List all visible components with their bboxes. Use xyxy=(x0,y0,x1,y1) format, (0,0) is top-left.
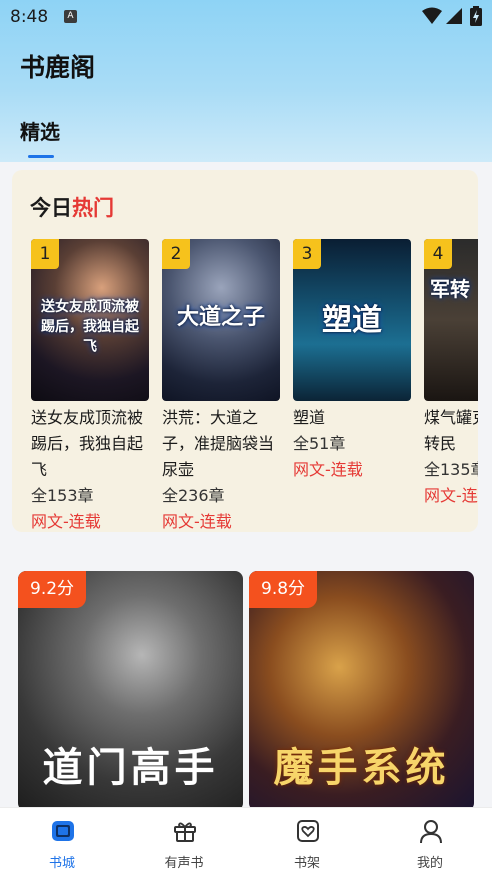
rank-badge: 3 xyxy=(293,239,321,269)
cover-title: 道门高手 xyxy=(42,744,219,791)
recommend-book-card[interactable]: 魔手系统 9.8分 xyxy=(249,571,474,811)
book-cover[interactable]: 军转 4 xyxy=(424,239,478,401)
nav-label: 书架 xyxy=(293,856,320,871)
signal-icon xyxy=(446,8,462,24)
cover-title: 大道之子 xyxy=(176,304,265,330)
recommend-book-card[interactable]: 道门高手 9.2分 xyxy=(18,571,243,811)
nav-item-bookshelf[interactable]: 书架 xyxy=(267,808,347,876)
hot-today-section: 今日热门 送女友成顶流被踢后，我独自起飞 1 送女友成顶流被踢后，我独自起飞 全… xyxy=(12,170,478,532)
cover-title: 军转 xyxy=(430,277,470,301)
book-card[interactable]: 军转 4 煤气罐克，你军转民 全135章 网文-连载 xyxy=(424,239,478,509)
book-card[interactable]: 送女友成顶流被踢后，我独自起飞 1 送女友成顶流被踢后，我独自起飞 全153章 … xyxy=(31,239,149,532)
tab-indicator xyxy=(28,155,54,158)
nav-item-audiobook[interactable]: 有声书 xyxy=(144,808,224,876)
nav-label: 我的 xyxy=(416,856,443,871)
nav-item-bookstore[interactable]: 书城 xyxy=(22,808,102,876)
rank-badge: 1 xyxy=(31,239,59,269)
status-time: 8:48 xyxy=(10,7,49,27)
section-title: 今日热门 xyxy=(30,192,114,222)
book-tag: 网文-连载 xyxy=(162,512,232,531)
book-tag: 网文-连载 xyxy=(424,486,478,505)
profile-user-icon xyxy=(420,820,442,844)
book-title[interactable]: 煤气罐克，你军转民 xyxy=(424,405,478,457)
cover-title: 送女友成顶流被踢后，我独自起飞 xyxy=(41,299,139,355)
book-cover[interactable]: 塑道 3 xyxy=(293,239,411,401)
nav-label: 书城 xyxy=(48,856,75,871)
book-chapters: 全153章 xyxy=(31,486,94,505)
notification-a-icon: A xyxy=(64,10,77,23)
nav-item-profile[interactable]: 我的 xyxy=(390,808,470,876)
book-tag: 网文-连载 xyxy=(31,512,101,531)
score-badge: 9.2分 xyxy=(18,571,87,608)
bottom-nav: 书城 有声书 书架 我的 xyxy=(0,807,492,876)
book-cover[interactable]: 送女友成顶流被踢后，我独自起飞 1 xyxy=(31,239,149,401)
header-background: 8:48 A 书鹿阁 精选 xyxy=(0,0,492,162)
audiobook-gift-icon xyxy=(174,822,196,842)
book-cover[interactable]: 大道之子 2 xyxy=(162,239,280,401)
rank-badge: 2 xyxy=(162,239,190,269)
book-chapters: 全135章 xyxy=(424,460,478,479)
book-title[interactable]: 送女友成顶流被踢后，我独自起飞 xyxy=(31,405,149,483)
rank-badge: 4 xyxy=(424,239,452,269)
nav-label: 有声书 xyxy=(164,856,204,871)
book-title[interactable]: 洪荒：大道之子，准提脑袋当尿壶 xyxy=(162,405,280,483)
score-badge: 9.8分 xyxy=(249,571,318,608)
section-title-prefix: 今日 xyxy=(30,196,72,220)
bookshelf-heart-icon xyxy=(297,820,319,842)
book-chapters: 全236章 xyxy=(162,486,225,505)
book-chapters: 全51章 xyxy=(293,434,346,453)
cover-title: 魔手系统 xyxy=(273,744,450,791)
section-title-accent: 热门 xyxy=(72,196,114,220)
book-title[interactable]: 塑道 xyxy=(293,405,411,431)
tab-featured[interactable]: 精选 xyxy=(20,116,60,145)
wifi-icon xyxy=(422,7,442,24)
battery-charging-icon xyxy=(470,6,482,26)
book-card[interactable]: 塑道 3 塑道 全51章 网文-连载 xyxy=(293,239,411,483)
status-bar: 8:48 A xyxy=(0,0,492,34)
book-tag: 网文-连载 xyxy=(293,460,363,479)
book-card[interactable]: 大道之子 2 洪荒：大道之子，准提脑袋当尿壶 全236章 网文-连载 xyxy=(162,239,280,532)
bookstore-icon xyxy=(52,821,74,841)
cover-title: 塑道 xyxy=(322,303,382,338)
app-title: 书鹿阁 xyxy=(20,53,96,82)
